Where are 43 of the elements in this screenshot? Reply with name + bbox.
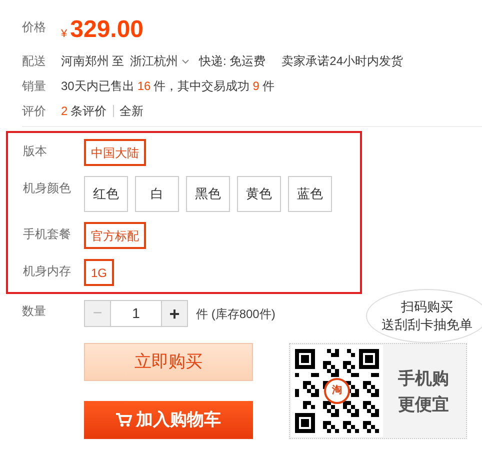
price: 329.00 [70,18,144,42]
to-text: 至 [112,53,124,70]
option-label: 机身内存 [22,263,72,280]
mobile-title: 手机购 [398,368,449,390]
increment-button[interactable]: + [161,301,187,326]
chevron-down-icon [182,58,189,64]
sales-text: 件，其中交易成功 [154,78,250,95]
quantity-stepper[interactable]: − 1 + [84,300,188,327]
sales-count: 16 [137,78,151,95]
cart-icon [116,413,132,427]
sales-text: 30天内已售出 [61,78,134,95]
option-button[interactable]: 蓝色 [288,176,332,212]
field-label: 价格 [21,19,47,36]
field-label: 评价 [21,103,47,120]
condition-text: 全新 [120,103,144,120]
shipping-info: 快递: 免运费 [199,53,266,70]
reviews-link[interactable]: 2 条评价 [61,102,107,120]
bubble-text: 送刮刮卡抽免单 [382,316,472,334]
option-label: 版本 [22,143,48,160]
quantity-field[interactable]: 1 [111,301,161,326]
option-button[interactable]: 中国大陆 [84,139,146,166]
sales-text: 件 [262,78,274,95]
sales-count: 9 [252,78,260,95]
destination-dropdown[interactable]: 浙江杭州 [130,52,189,70]
shipping-promise: 卖家承诺24小时内发货 [282,53,404,70]
field-label: 销量 [21,78,47,95]
origin-location: 河南郑州 [61,53,109,70]
logo-label: 淘 [331,384,343,398]
stock-text: 件 (库存800件) [196,306,276,322]
mobile-subtitle: 更便宜 [398,394,449,416]
currency-symbol: ¥ [61,27,68,42]
add-to-cart-button[interactable]: 加入购物车 [84,401,253,439]
option-button[interactable]: 黑色 [186,176,230,212]
bubble-text: 扫码购买 [401,298,453,316]
option-button[interactable]: 黄色 [237,176,281,212]
option-label: 手机套餐 [22,226,72,243]
field-label: 数量 [21,303,47,320]
option-button[interactable]: 1G [84,259,114,286]
option-button[interactable]: 白 [135,176,179,212]
option-label: 机身颜色 [22,180,72,197]
field-label: 配送 [21,53,47,70]
option-button[interactable]: 红色 [84,176,128,212]
option-button[interactable]: 官方标配 [84,222,146,249]
